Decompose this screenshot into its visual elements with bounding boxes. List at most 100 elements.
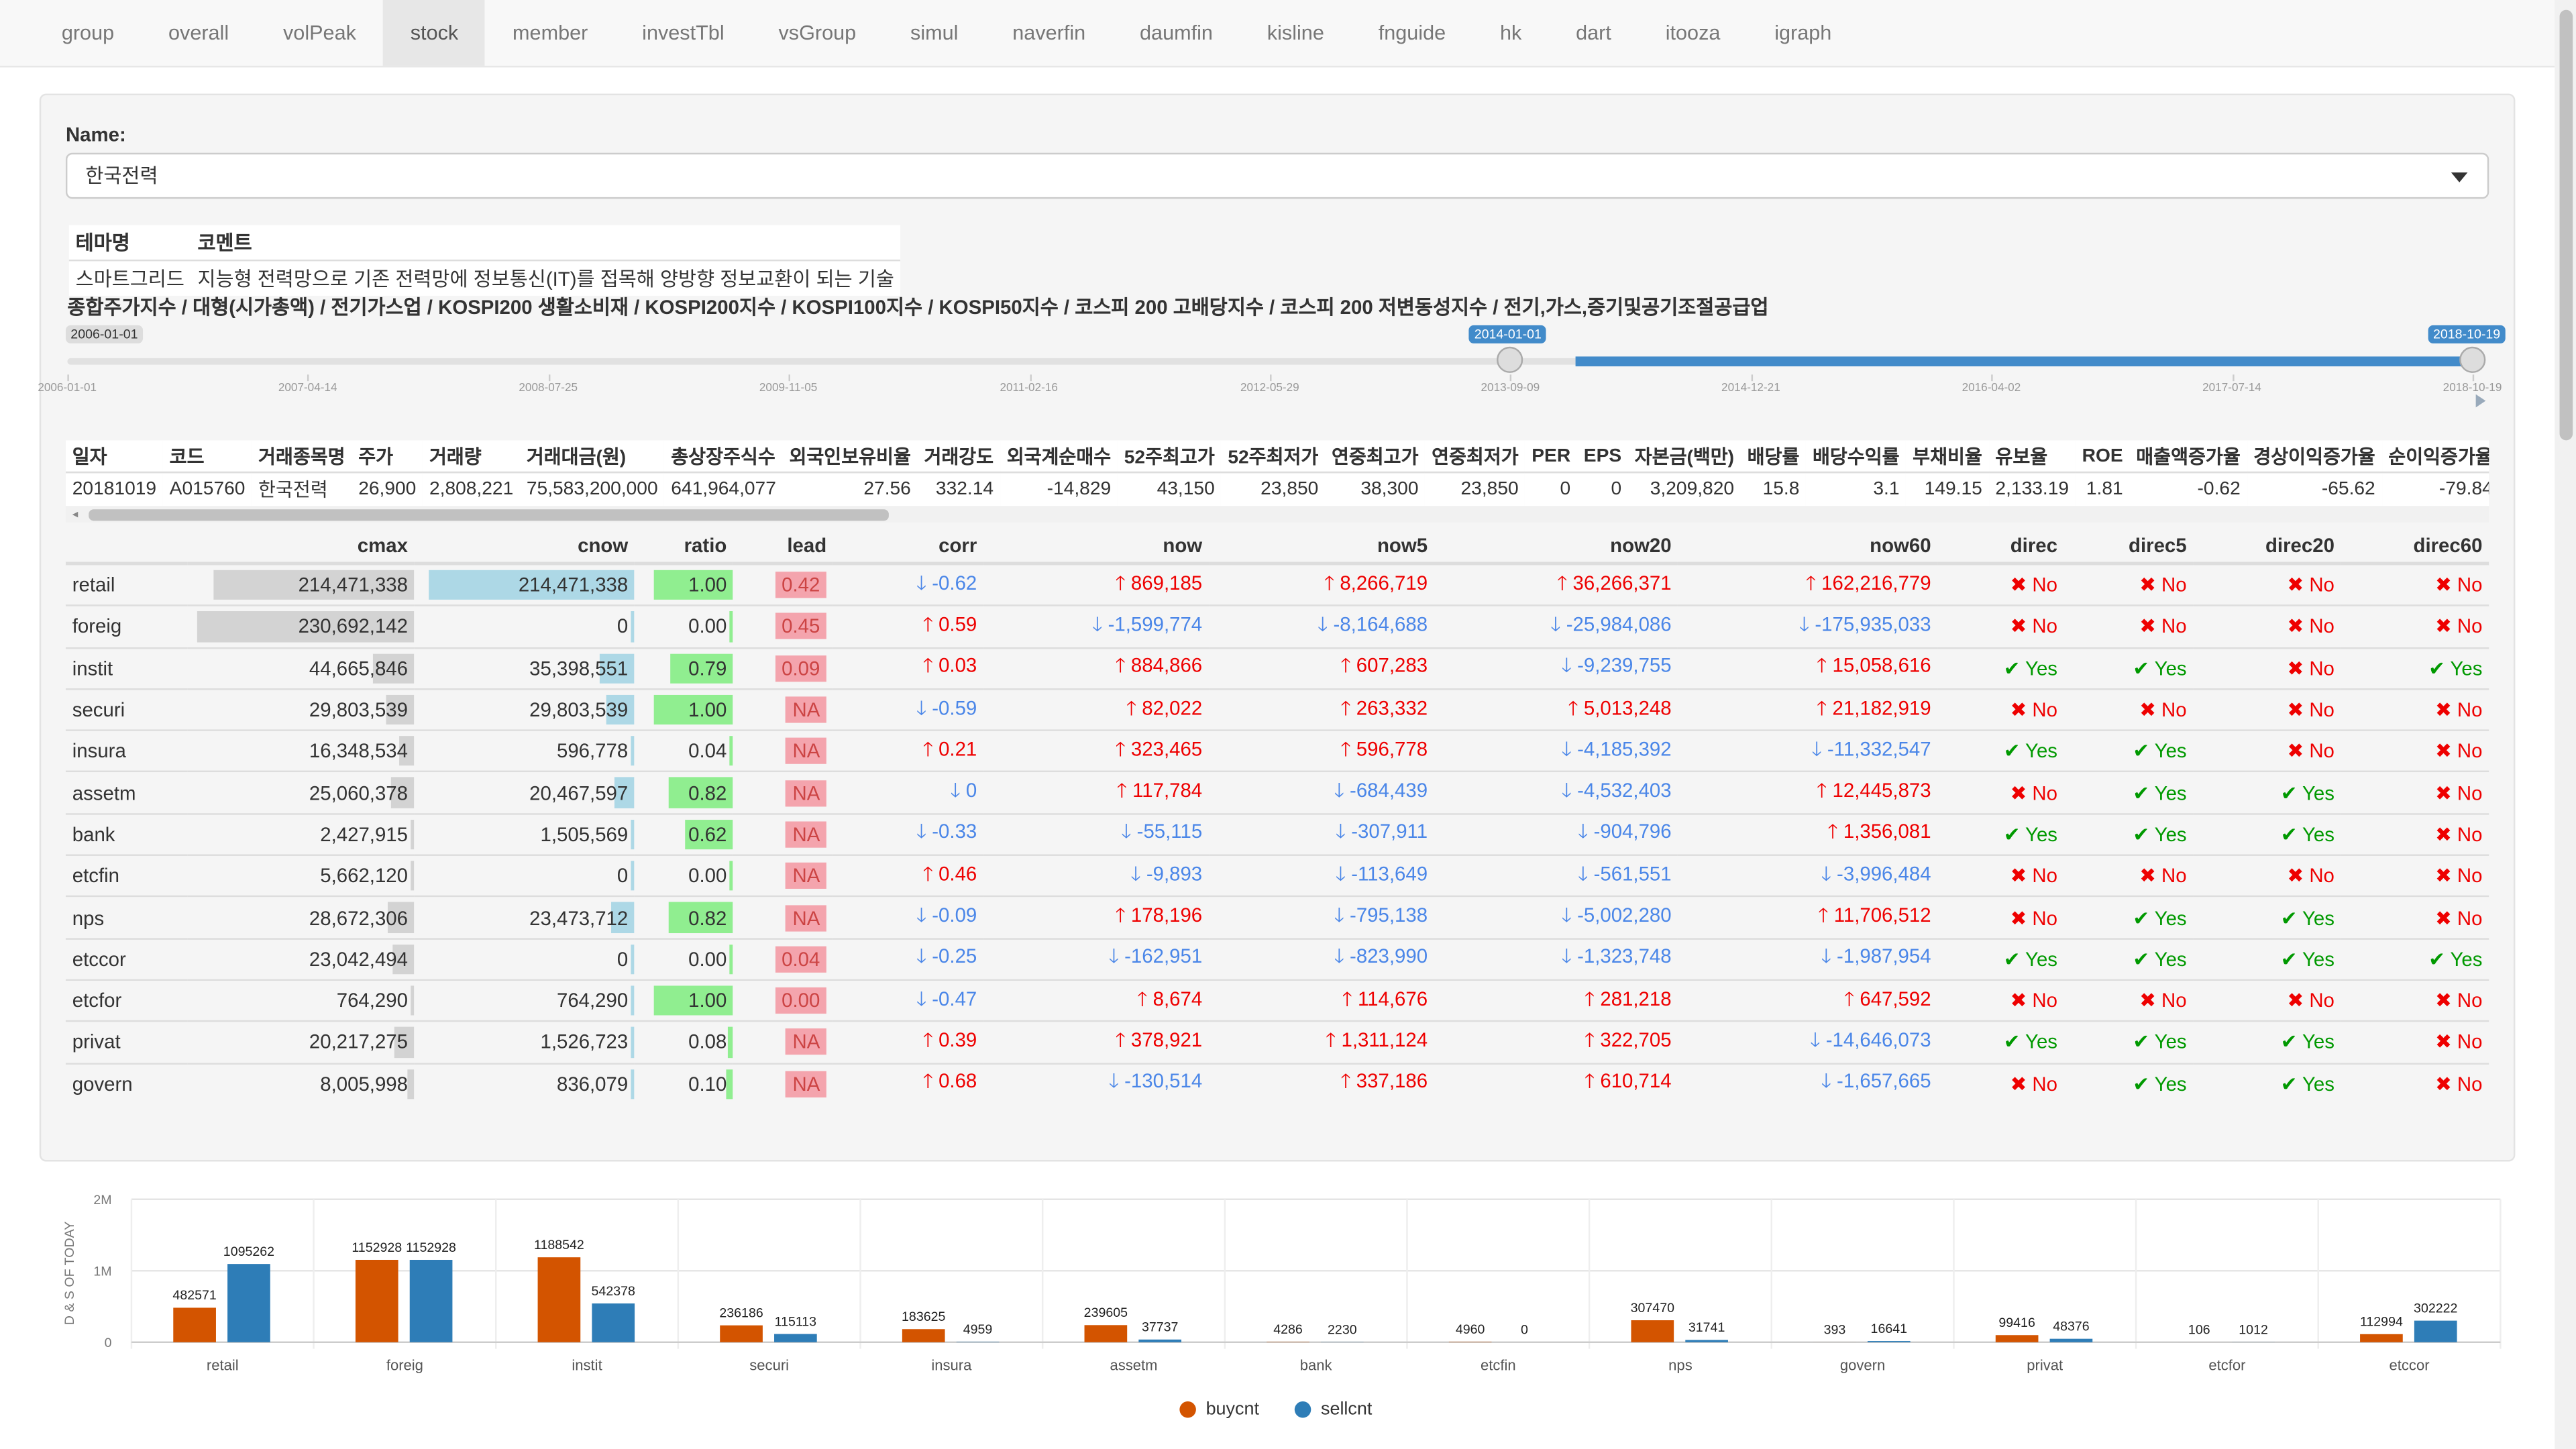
- bar-buycnt[interactable]: [173, 1307, 216, 1342]
- table-cell: 🡑 610,714: [1434, 1062, 1678, 1104]
- check-icon: ✔: [2133, 781, 2155, 805]
- bar-buycnt[interactable]: [1084, 1325, 1128, 1342]
- arrow-up-icon: 🡑: [1324, 571, 1340, 594]
- column-header[interactable]: 순이익증가율: [2381, 440, 2489, 474]
- play-icon[interactable]: [2475, 394, 2486, 408]
- table-cell: 38,300: [1325, 472, 1426, 506]
- column-header[interactable]: direc60: [2341, 529, 2489, 566]
- column-header[interactable]: 코드: [162, 440, 252, 474]
- tab-daumfin[interactable]: daumfin: [1113, 0, 1240, 66]
- column-header[interactable]: 경상이익증가율: [2247, 440, 2382, 474]
- column-header[interactable]: 매출액증가율: [2129, 440, 2247, 474]
- scrollbar-thumb[interactable]: [2559, 9, 2573, 441]
- check-icon: ✔: [2133, 947, 2155, 971]
- column-header[interactable]: now5: [1208, 529, 1434, 566]
- bar-sellcnt[interactable]: [1685, 1340, 1728, 1342]
- bar-buycnt[interactable]: [1995, 1335, 2039, 1342]
- column-header[interactable]: 배당률: [1740, 440, 1807, 474]
- column-header[interactable]: 일자: [65, 440, 163, 474]
- column-header[interactable]: 총상장주식수: [664, 440, 783, 474]
- column-header[interactable]: lead: [733, 529, 833, 566]
- tab-fnguide[interactable]: fnguide: [1351, 0, 1472, 66]
- column-header[interactable]: 연중최저가: [1425, 440, 1525, 474]
- column-header[interactable]: now: [983, 529, 1209, 566]
- tab-volPeak[interactable]: volPeak: [256, 0, 384, 66]
- column-header[interactable]: 52주최고가: [1117, 440, 1222, 474]
- x-icon: ✖: [2287, 989, 2310, 1012]
- x-icon: ✖: [2435, 1072, 2457, 1095]
- scrollbar-thumb[interactable]: [89, 509, 889, 521]
- column-header[interactable]: direc: [1937, 529, 2064, 566]
- x-icon: ✖: [2010, 906, 2033, 929]
- column-header[interactable]: 외국인보유비율: [782, 440, 918, 474]
- table-cell: 🡓 -9,239,755: [1434, 646, 1678, 690]
- tab-itooza[interactable]: itooza: [1638, 0, 1748, 66]
- legend-buycnt[interactable]: buycnt: [1179, 1400, 1259, 1419]
- tab-stock[interactable]: stock: [383, 0, 486, 66]
- tab-hk[interactable]: hk: [1473, 0, 1549, 66]
- column-header[interactable]: cnow: [414, 529, 635, 566]
- bar-buycnt[interactable]: [2360, 1334, 2403, 1342]
- tab-kisline[interactable]: kisline: [1240, 0, 1351, 66]
- column-header[interactable]: 주가: [352, 440, 423, 474]
- tab-simul[interactable]: simul: [883, 0, 985, 66]
- legend-sellcnt[interactable]: sellcnt: [1294, 1400, 1372, 1419]
- table-row: nps 28,672,306 23,473,712 0.82 NA 🡓 -0.09 🡑 17…: [65, 896, 2489, 938]
- horizontal-scrollbar[interactable]: ◂: [65, 506, 2489, 523]
- column-header[interactable]: direc5: [2063, 529, 2194, 566]
- column-header[interactable]: ROE: [2075, 440, 2130, 474]
- bar-sellcnt[interactable]: [1867, 1341, 1911, 1342]
- slider-selected-range[interactable]: [1575, 356, 2473, 367]
- column-header[interactable]: 배당수익률: [1806, 440, 1907, 474]
- column-header[interactable]: 거래종목명: [252, 440, 352, 474]
- tab-dart[interactable]: dart: [1549, 0, 1639, 66]
- bar-buycnt[interactable]: [902, 1329, 945, 1342]
- column-header[interactable]: EPS: [1577, 440, 1628, 474]
- tab-naverfin[interactable]: naverfin: [985, 0, 1113, 66]
- column-header[interactable]: 거래대금(원): [520, 440, 665, 474]
- tab-overall[interactable]: overall: [142, 0, 256, 66]
- column-header[interactable]: 부채비율: [1906, 440, 1989, 474]
- column-header[interactable]: now20: [1434, 529, 1678, 566]
- column-header[interactable]: 외국계순매수: [1000, 440, 1118, 474]
- bar-buycnt[interactable]: [720, 1325, 763, 1342]
- tab-igraph[interactable]: igraph: [1748, 0, 1859, 66]
- arrow-down-icon: 🡓: [1821, 862, 1837, 885]
- scroll-left-icon[interactable]: ◂: [72, 508, 78, 521]
- name-select[interactable]: 한국전력: [65, 152, 2489, 199]
- column-header[interactable]: ratio: [635, 529, 734, 566]
- column-header[interactable]: 자본금(백만): [1627, 440, 1741, 474]
- bar-sellcnt[interactable]: [1138, 1339, 1182, 1342]
- bar-sellcnt[interactable]: [227, 1264, 270, 1342]
- bar-sellcnt[interactable]: [409, 1260, 453, 1342]
- column-header[interactable]: PER: [1525, 440, 1578, 474]
- tab-vsGroup[interactable]: vsGroup: [751, 0, 883, 66]
- tab-member[interactable]: member: [486, 0, 615, 66]
- data-label: 302222: [2414, 1301, 2457, 1316]
- tab-investTbl[interactable]: investTbl: [615, 0, 751, 66]
- column-header[interactable]: corr: [833, 529, 984, 566]
- column-header[interactable]: 거래강도: [917, 440, 1000, 474]
- bar-sellcnt[interactable]: [2049, 1338, 2093, 1342]
- column-header[interactable]: cmax: [186, 529, 415, 566]
- column-header[interactable]: 유보율: [1988, 440, 2076, 474]
- bar-sellcnt[interactable]: [592, 1303, 635, 1342]
- check-icon: ✔: [2133, 1072, 2155, 1095]
- slider-to-handle[interactable]: [2459, 346, 2486, 373]
- chevron-down-icon[interactable]: [2451, 172, 2468, 182]
- bar-buycnt[interactable]: [537, 1257, 581, 1342]
- bar-sellcnt[interactable]: [774, 1334, 817, 1342]
- column-header[interactable]: 연중최고가: [1325, 440, 1426, 474]
- tab-group[interactable]: group: [34, 0, 141, 66]
- column-header[interactable]: [65, 529, 187, 566]
- date-range-slider[interactable]: 2006-01-01 2014-01-01 2018-10-19 2006-01…: [38, 322, 2513, 408]
- column-header[interactable]: now60: [1678, 529, 1938, 566]
- bar-buycnt[interactable]: [355, 1260, 398, 1342]
- vertical-scrollbar[interactable]: [2555, 0, 2576, 1449]
- bar-sellcnt[interactable]: [2414, 1320, 2457, 1342]
- column-header[interactable]: direc20: [2193, 529, 2341, 566]
- column-header[interactable]: 거래량: [423, 440, 521, 474]
- slider-from-handle[interactable]: [1497, 346, 1524, 373]
- column-header[interactable]: 52주최저가: [1221, 440, 1326, 474]
- bar-buycnt[interactable]: [1631, 1320, 1674, 1342]
